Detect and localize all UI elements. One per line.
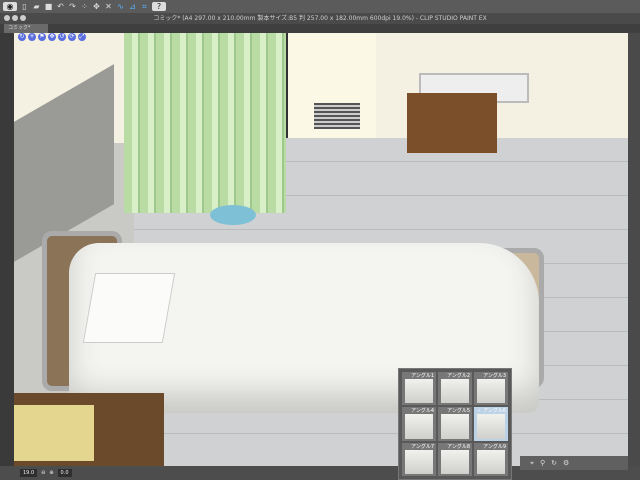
close-icon[interactable] <box>4 15 10 21</box>
light-icon[interactable]: ⚲ <box>540 459 545 467</box>
zoom-field[interactable]: 19.0 <box>20 469 38 477</box>
transform-icon[interactable]: ✥ <box>92 2 101 11</box>
canvas-3d-scene[interactable] <box>14 33 628 466</box>
undo-icon[interactable]: ↶ <box>56 2 65 11</box>
camera-icon[interactable]: ⌖ <box>530 459 534 468</box>
sink-cabinet <box>407 93 497 153</box>
open-file-icon[interactable]: ▰ <box>32 2 41 11</box>
angle-thumbnail <box>405 414 433 439</box>
vent <box>314 103 360 129</box>
angle-preset[interactable]: アングル5 <box>438 407 472 441</box>
settings-icon[interactable]: ⚙ <box>563 459 569 467</box>
zoom-in-icon[interactable]: ⊕ <box>49 470 53 476</box>
scale-icon[interactable]: ⤢ <box>78 33 86 41</box>
tilt-icon[interactable]: ⟳ <box>68 33 76 41</box>
angle-thumbnail <box>441 449 469 474</box>
paper <box>14 405 94 461</box>
selection-icon[interactable]: ⁘ <box>80 2 89 11</box>
angle-preset[interactable]: アングル9 <box>474 442 508 476</box>
minimize-icon[interactable] <box>12 15 18 21</box>
clear-icon[interactable]: ✕ <box>104 2 113 11</box>
angle-thumbnail <box>477 414 505 439</box>
angle-preset[interactable]: アングル4 <box>402 407 436 441</box>
rotate-icon[interactable]: ↺ <box>58 33 66 41</box>
angle-thumbnail <box>405 379 433 404</box>
new-file-icon[interactable]: ▯ <box>20 2 29 11</box>
angle-preset[interactable]: アングル1 <box>402 372 436 406</box>
zoom-out-icon[interactable]: ⊖ <box>41 470 45 476</box>
command-bar: ◉ ▯ ▰ ■ ↶ ↷ ⁘ ✥ ✕ ∿ ⊿ ⌗ ? <box>0 0 640 13</box>
window-controls <box>4 15 26 21</box>
angle-preset[interactable]: アングル7 <box>402 442 436 476</box>
move-icon[interactable]: ✥ <box>48 33 56 41</box>
redo-icon[interactable]: ↷ <box>68 2 77 11</box>
angle-preset[interactable]: アングル3 <box>474 372 508 406</box>
app-menu-button[interactable]: ◉ <box>3 2 17 11</box>
tab-bar: コミック* <box>0 24 640 33</box>
help-button[interactable]: ? <box>152 2 166 11</box>
save-icon[interactable]: ■ <box>44 2 53 11</box>
window-title: コミック* (A4 297.00 x 210.00mm 製本サイズ:B5 判 2… <box>0 13 640 24</box>
reset-icon[interactable]: ↻ <box>551 459 557 467</box>
angle-preset[interactable]: アングル8 <box>438 442 472 476</box>
angle-thumbnail <box>477 449 505 474</box>
angle-thumbnail <box>477 379 505 404</box>
angle-preset-selected[interactable]: ✓ アングル6 <box>474 407 508 441</box>
pillow <box>82 273 176 343</box>
angle-preset[interactable]: アングル2 <box>438 372 472 406</box>
angle-thumbnail <box>441 414 469 439</box>
flag-icon[interactable]: ⚑ <box>38 33 46 41</box>
rotation-field[interactable]: 0.0 <box>57 469 72 477</box>
vertical-scrollbar[interactable] <box>628 33 640 466</box>
maximize-icon[interactable] <box>20 15 26 21</box>
angle-thumbnail <box>405 449 433 474</box>
pan-icon[interactable]: + <box>28 33 36 41</box>
tab-comic[interactable]: コミック* <box>4 24 48 33</box>
angle-thumbnail <box>441 379 469 404</box>
rotate-camera-icon[interactable]: ↻ <box>18 33 26 41</box>
snap-grid-icon[interactable]: ⌗ <box>140 2 149 11</box>
stool <box>210 205 256 225</box>
angle-presets-panel: アングル1 アングル2 アングル3 アングル4 アングル5 ✓ アングル6 アン… <box>398 368 512 480</box>
object-launcher: ⌖ ⚲ ↻ ⚙ <box>520 456 628 470</box>
curtain <box>124 33 286 213</box>
snap-special-ruler-icon[interactable]: ⊿ <box>128 2 137 11</box>
3d-manipulator-tools: ↻ + ⚑ ✥ ↺ ⟳ ⤢ <box>18 33 86 41</box>
snap-ruler-icon[interactable]: ∿ <box>116 2 125 11</box>
